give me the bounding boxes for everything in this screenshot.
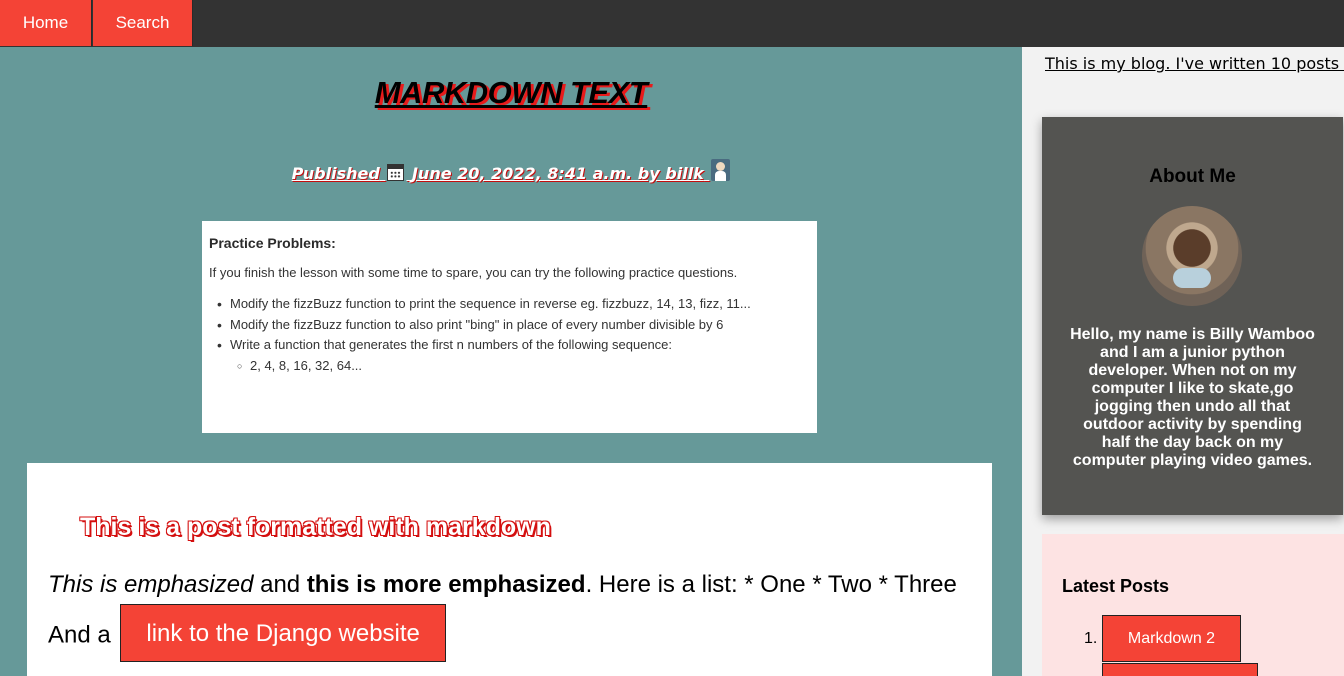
image-list-item: Write a function that generates the firs… (209, 335, 810, 356)
profile-photo (1142, 206, 1242, 306)
image-heading: Practice Problems: (209, 235, 336, 251)
image-list-item: Modify the fizzBuzz function to print th… (209, 294, 810, 315)
django-link-button[interactable]: link to the Django website (120, 604, 446, 662)
calendar-icon (387, 164, 405, 181)
post-body: This is a post formatted with markdown T… (27, 463, 992, 676)
published-label: Published (291, 164, 380, 183)
and-text: and (253, 571, 307, 598)
post-title[interactable]: MARKDOWN TEXT (0, 75, 1022, 111)
author-avatar-icon (711, 159, 731, 181)
about-me-card: About Me Hello, my name is Billy Wamboo … (1042, 117, 1343, 515)
body-paragraph: This is emphasized and this is more emph… (48, 563, 978, 665)
image-sub-item: 2, 4, 8, 16, 32, 64... (209, 356, 810, 376)
body-heading: This is a post formatted with markdown (80, 513, 551, 541)
blog-intro[interactable]: This is my blog. I've written 10 posts s… (1045, 52, 1344, 75)
strong-text: this is more emphasized (306, 571, 586, 598)
about-title: About Me (1149, 166, 1236, 187)
post-date-author[interactable]: June 20, 2022, 8:41 a.m. by billk (412, 164, 704, 183)
latest-posts: Latest Posts 1. Markdown 2 (1042, 534, 1344, 676)
emphasized-text: This is emphasized (48, 571, 254, 598)
nav-search-link[interactable]: Search (93, 0, 193, 46)
post-main: MARKDOWN TEXT Published June 20, 2022, 8… (0, 47, 1022, 676)
nav-home-link[interactable]: Home (0, 0, 92, 46)
image-list-item: Modify the fizzBuzz function to also pri… (209, 315, 810, 336)
top-nav: Home Search (0, 0, 1344, 47)
about-text: Hello, my name is Billy Wamboo and I am … (1070, 326, 1315, 469)
latest-post-number: 1. (1084, 630, 1098, 647)
post-meta: Published June 20, 2022, 8:41 a.m. by bi… (0, 159, 1022, 183)
latest-post-link[interactable]: Markdown 2 (1102, 615, 1241, 662)
latest-post-link[interactable] (1102, 663, 1258, 676)
image-list: Modify the fizzBuzz function to print th… (209, 294, 810, 356)
image-intro: If you finish the lesson with some time … (209, 265, 738, 280)
latest-posts-title: Latest Posts (1062, 576, 1170, 596)
post-image: Practice Problems: If you finish the les… (202, 221, 817, 433)
